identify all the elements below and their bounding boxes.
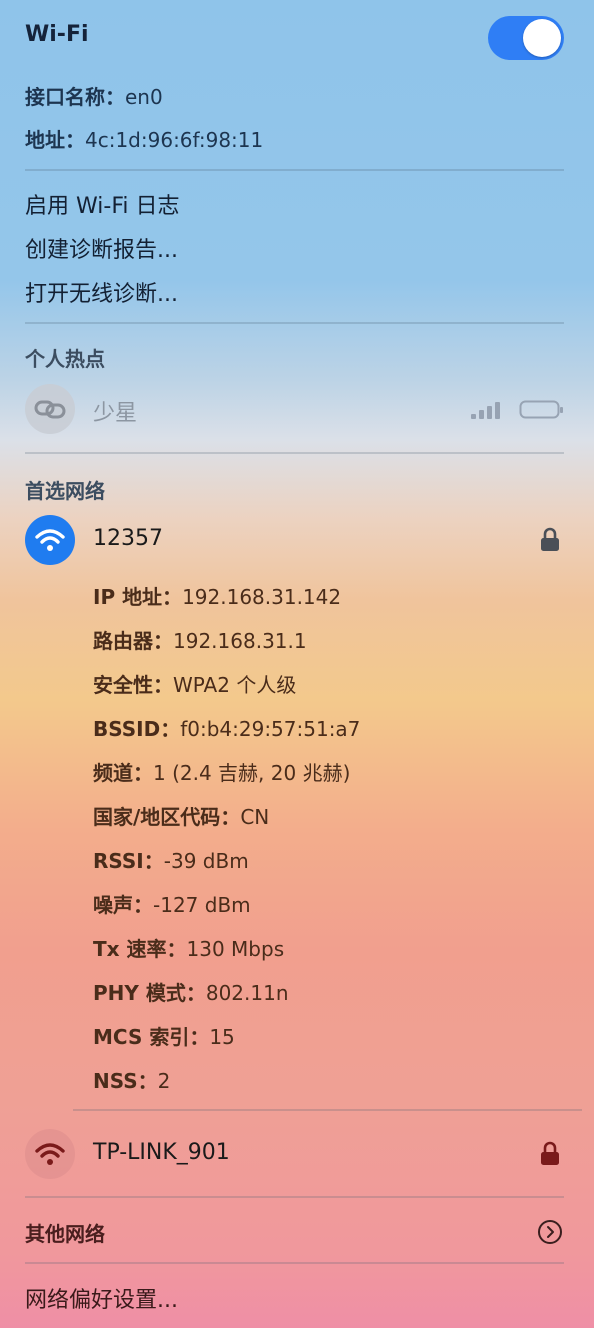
detail-value: f0:b4:29:57:51:a7	[180, 717, 361, 741]
link-icon	[25, 384, 75, 434]
toggle-knob	[523, 19, 561, 57]
detail-label: 频道：	[93, 761, 153, 785]
detail-row: NSS：2	[93, 1065, 170, 1094]
saved-network-name: TP-LINK_901	[93, 1140, 230, 1165]
detail-row: 频道：1 (2.4 吉赫, 20 兆赫)	[93, 757, 350, 786]
detail-row: 噪声：-127 dBm	[93, 889, 251, 918]
divider	[25, 452, 564, 454]
divider	[25, 1196, 564, 1198]
hotspot-device-name: 少星	[93, 401, 138, 426]
wifi-menu-panel: Wi-Fi 接口名称：en0 地址：4c:1d:96:6f:98:11 启用 W…	[0, 0, 594, 1328]
wifi-title: Wi-Fi	[25, 22, 89, 47]
detail-row: Tx 速率：130 Mbps	[93, 933, 284, 962]
detail-value: 15	[209, 1025, 235, 1049]
detail-row: MCS 索引：15	[93, 1021, 235, 1050]
wifi-toggle[interactable]	[488, 16, 564, 60]
wifi-icon	[25, 515, 75, 565]
connected-network-name: 12357	[93, 526, 163, 551]
detail-row: 路由器：192.168.31.1	[93, 625, 307, 654]
detail-label: Tx 速率：	[93, 937, 187, 961]
divider	[25, 1262, 564, 1264]
saved-network-item[interactable]: TP-LINK_901	[0, 1127, 594, 1183]
detail-row: 国家/地区代码：CN	[93, 801, 269, 830]
detail-value: 192.168.31.1	[173, 629, 307, 653]
detail-label: 噪声：	[93, 893, 153, 917]
lock-icon	[540, 527, 560, 557]
detail-value: WPA2 个人级	[173, 673, 297, 697]
divider	[73, 1109, 582, 1111]
detail-value: CN	[240, 805, 270, 829]
enable-wifi-log-item[interactable]: 启用 Wi-Fi 日志	[25, 188, 179, 220]
connected-network-item[interactable]: 12357	[0, 513, 594, 569]
detail-row: 安全性：WPA2 个人级	[93, 669, 296, 698]
detail-row: PHY 模式：802.11n	[93, 977, 289, 1006]
hotspot-item[interactable]: 少星	[0, 382, 594, 438]
detail-label: 国家/地区代码：	[93, 805, 241, 829]
detail-label: MCS 索引：	[93, 1025, 210, 1049]
detail-label: PHY 模式：	[93, 981, 206, 1005]
interface-value: en0	[125, 85, 163, 109]
address-label: 地址：	[25, 128, 85, 152]
interface-row: 接口名称：en0	[25, 81, 163, 110]
detail-label: 安全性：	[93, 673, 173, 697]
detail-label: BSSID：	[93, 717, 181, 741]
detail-row: RSSI：-39 dBm	[93, 845, 249, 874]
detail-value: -127 dBm	[153, 893, 251, 917]
detail-value: -39 dBm	[163, 849, 249, 873]
detail-label: RSSI：	[93, 849, 164, 873]
detail-label: 路由器：	[93, 629, 173, 653]
detail-value: 2	[157, 1069, 171, 1093]
divider	[25, 322, 564, 324]
wifi-icon	[25, 1129, 75, 1179]
address-value: 4c:1d:96:6f:98:11	[85, 128, 264, 152]
detail-row: BSSID：f0:b4:29:57:51:a7	[93, 713, 360, 742]
preferred-networks-title: 首选网络	[25, 479, 105, 503]
hotspot-section-title: 个人热点	[25, 347, 105, 371]
chevron-right-icon	[537, 1219, 563, 1249]
other-networks-item[interactable]: 其他网络	[0, 1206, 594, 1256]
battery-icon	[519, 400, 565, 424]
lock-icon	[540, 1141, 560, 1171]
divider	[25, 169, 564, 171]
detail-label: NSS：	[93, 1069, 158, 1093]
interface-label: 接口名称：	[25, 85, 125, 109]
other-networks-label: 其他网络	[25, 1222, 105, 1246]
address-row: 地址：4c:1d:96:6f:98:11	[25, 124, 263, 153]
create-diagnostic-report-item[interactable]: 创建诊断报告...	[25, 232, 178, 264]
detail-value: 192.168.31.142	[182, 585, 342, 609]
detail-row: IP 地址：192.168.31.142	[93, 581, 341, 610]
detail-value: 130 Mbps	[186, 937, 285, 961]
network-preferences-item[interactable]: 网络偏好设置...	[25, 1282, 178, 1314]
signal-bars-icon	[469, 399, 505, 425]
detail-value: 1 (2.4 吉赫, 20 兆赫)	[153, 761, 351, 785]
detail-value: 802.11n	[205, 981, 289, 1005]
open-wireless-diagnostics-item[interactable]: 打开无线诊断...	[25, 276, 178, 308]
detail-label: IP 地址：	[93, 585, 183, 609]
